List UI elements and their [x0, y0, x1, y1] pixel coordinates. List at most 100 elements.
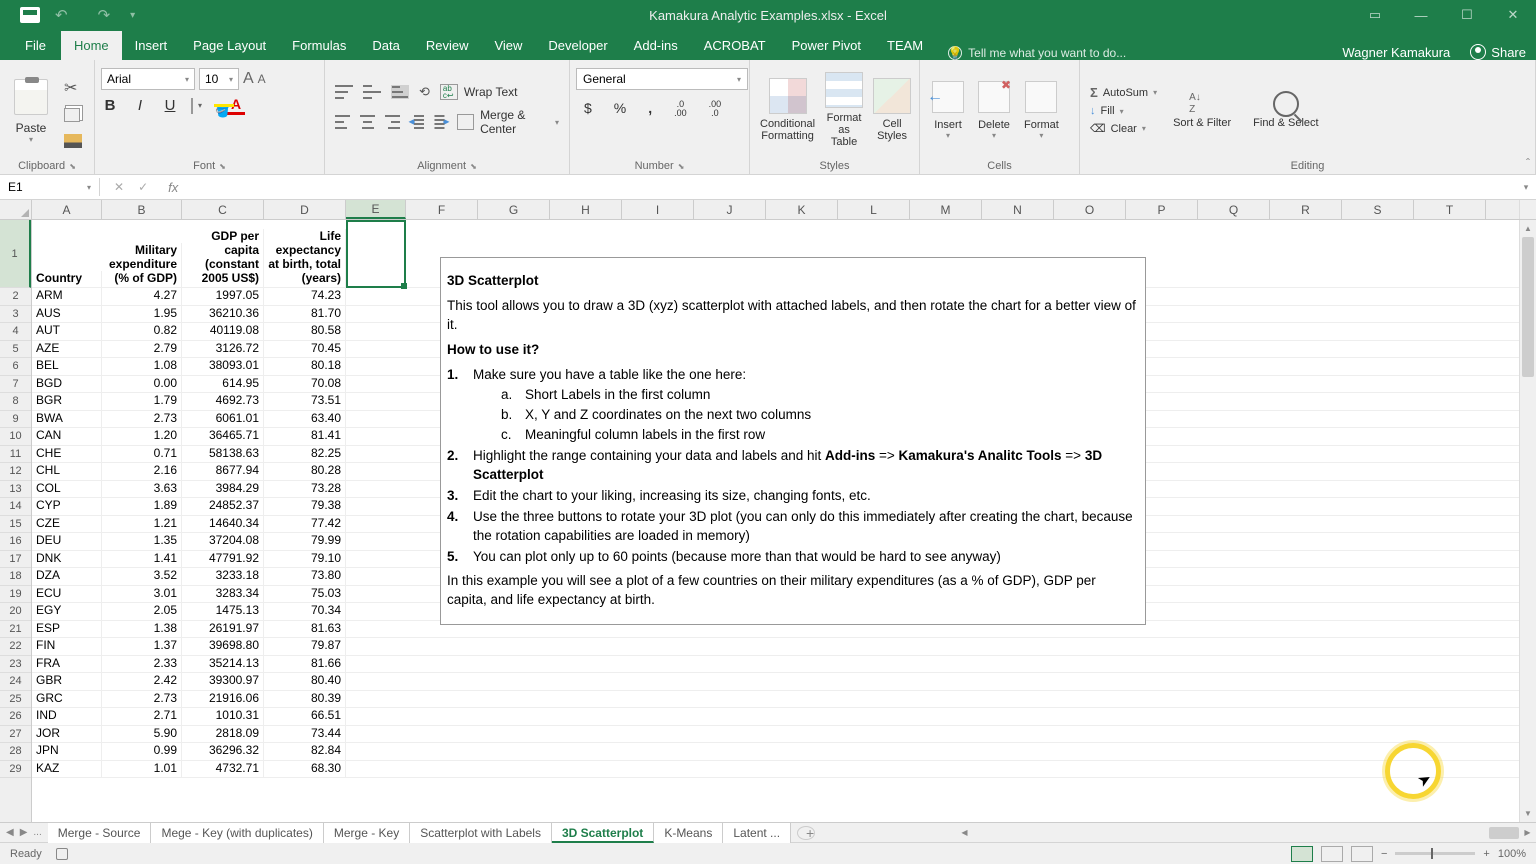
- insert-function-icon[interactable]: fx: [162, 180, 184, 195]
- grow-font-icon[interactable]: A: [243, 70, 254, 88]
- row-header[interactable]: 24: [0, 673, 31, 691]
- format-as-table-button[interactable]: Format as Table: [821, 70, 867, 150]
- cell[interactable]: CHE: [32, 446, 102, 463]
- cell[interactable]: 614.95: [182, 376, 264, 393]
- cell[interactable]: 24852.37: [182, 498, 264, 515]
- cell[interactable]: 3126.72: [182, 341, 264, 358]
- autosum-button[interactable]: ΣAutoSum▾: [1090, 85, 1157, 100]
- decrease-indent-icon[interactable]: [410, 115, 423, 129]
- decrease-decimal-icon[interactable]: .00.0: [709, 100, 722, 118]
- cut-icon[interactable]: ✂: [64, 78, 82, 96]
- row-header[interactable]: 20: [0, 603, 31, 621]
- page-break-view-icon[interactable]: [1351, 846, 1373, 862]
- row-header[interactable]: 19: [0, 586, 31, 604]
- redo-button[interactable]: ↷: [98, 6, 111, 24]
- cell[interactable]: 2.73: [102, 691, 182, 708]
- cell[interactable]: 4.27: [102, 288, 182, 305]
- align-right-icon[interactable]: [385, 115, 400, 129]
- row-header[interactable]: 3: [0, 306, 31, 324]
- header-cell[interactable]: Life expectancy at birth, total (years): [264, 229, 346, 287]
- cell[interactable]: 3233.18: [182, 568, 264, 585]
- cell[interactable]: GBR: [32, 673, 102, 690]
- cell[interactable]: AUT: [32, 323, 102, 340]
- cell[interactable]: ARM: [32, 288, 102, 305]
- cell[interactable]: 1475.13: [182, 603, 264, 620]
- cell[interactable]: AUS: [32, 306, 102, 323]
- delete-cells-button[interactable]: Delete▾: [972, 79, 1016, 142]
- tab-home[interactable]: Home: [61, 31, 122, 60]
- insert-cells-button[interactable]: Insert▾: [926, 79, 970, 142]
- launcher-icon[interactable]: ⬊: [678, 162, 685, 171]
- cell[interactable]: 2.16: [102, 463, 182, 480]
- minimize-button[interactable]: —: [1398, 0, 1444, 30]
- cell[interactable]: 75.03: [264, 586, 346, 603]
- scroll-down-icon[interactable]: ▼: [1520, 805, 1536, 822]
- underline-button[interactable]: U: [161, 97, 179, 114]
- enter-formula-icon[interactable]: ✓: [138, 180, 148, 194]
- launcher-icon[interactable]: ⬊: [69, 162, 76, 171]
- cell[interactable]: EGY: [32, 603, 102, 620]
- col-header[interactable]: R: [1270, 200, 1342, 219]
- cell[interactable]: 82.84: [264, 743, 346, 760]
- col-header[interactable]: Q: [1198, 200, 1270, 219]
- zoom-level[interactable]: 100%: [1498, 848, 1526, 860]
- sheet-tab[interactable]: Mege - Key (with duplicates): [151, 823, 323, 843]
- col-header[interactable]: M: [910, 200, 982, 219]
- cell[interactable]: BGD: [32, 376, 102, 393]
- cell[interactable]: 1.89: [102, 498, 182, 515]
- cell[interactable]: CYP: [32, 498, 102, 515]
- row-header[interactable]: 6: [0, 358, 31, 376]
- formula-input[interactable]: [184, 185, 1516, 189]
- cell[interactable]: 73.28: [264, 481, 346, 498]
- cell[interactable]: 1.08: [102, 358, 182, 375]
- cell[interactable]: 73.80: [264, 568, 346, 585]
- header-cell[interactable]: Country: [32, 271, 102, 287]
- cell[interactable]: 79.10: [264, 551, 346, 568]
- row-header[interactable]: 18: [0, 568, 31, 586]
- cell[interactable]: JPN: [32, 743, 102, 760]
- cell[interactable]: CZE: [32, 516, 102, 533]
- cell[interactable]: 63.40: [264, 411, 346, 428]
- cell[interactable]: 36296.32: [182, 743, 264, 760]
- row-header[interactable]: 2: [0, 288, 31, 306]
- cell[interactable]: IND: [32, 708, 102, 725]
- border-icon[interactable]: [191, 98, 193, 114]
- macro-record-icon[interactable]: [56, 848, 68, 860]
- tab-page-layout[interactable]: Page Layout: [180, 31, 279, 60]
- cell[interactable]: 1.38: [102, 621, 182, 638]
- cell[interactable]: 70.08: [264, 376, 346, 393]
- col-header[interactable]: C: [182, 200, 264, 219]
- merge-center-button[interactable]: Merge & Center▾: [457, 108, 559, 136]
- scroll-left-icon[interactable]: ◀: [956, 828, 973, 837]
- col-header[interactable]: P: [1126, 200, 1198, 219]
- cell[interactable]: 5.90: [102, 726, 182, 743]
- col-header[interactable]: H: [550, 200, 622, 219]
- col-header[interactable]: S: [1342, 200, 1414, 219]
- row-header[interactable]: 26: [0, 708, 31, 726]
- cell[interactable]: 3984.29: [182, 481, 264, 498]
- cell[interactable]: 1.20: [102, 428, 182, 445]
- cell[interactable]: 47791.92: [182, 551, 264, 568]
- wrap-text-button[interactable]: abc↩Wrap Text: [440, 84, 518, 100]
- user-name[interactable]: Wagner Kamakura: [1342, 45, 1450, 60]
- cell[interactable]: 79.87: [264, 638, 346, 655]
- row-header[interactable]: 11: [0, 446, 31, 464]
- zoom-slider[interactable]: [1395, 852, 1475, 855]
- cell[interactable]: 40119.08: [182, 323, 264, 340]
- row-header[interactable]: 8: [0, 393, 31, 411]
- number-format-combo[interactable]: General▾: [576, 68, 748, 90]
- scroll-thumb[interactable]: [1522, 237, 1534, 377]
- row-header[interactable]: 5: [0, 341, 31, 359]
- cell[interactable]: 81.70: [264, 306, 346, 323]
- cell[interactable]: 81.63: [264, 621, 346, 638]
- expand-formula-icon[interactable]: ▾: [1516, 182, 1536, 193]
- format-painter-icon[interactable]: [64, 134, 82, 148]
- fill-button[interactable]: ↓Fill▾: [1090, 105, 1157, 117]
- cell[interactable]: 1.21: [102, 516, 182, 533]
- cell[interactable]: COL: [32, 481, 102, 498]
- cell[interactable]: 21916.06: [182, 691, 264, 708]
- cell[interactable]: 4732.71: [182, 761, 264, 778]
- find-select-button[interactable]: Find & Select: [1247, 91, 1324, 129]
- cell-styles-button[interactable]: Cell Styles: [869, 76, 915, 144]
- col-header[interactable]: K: [766, 200, 838, 219]
